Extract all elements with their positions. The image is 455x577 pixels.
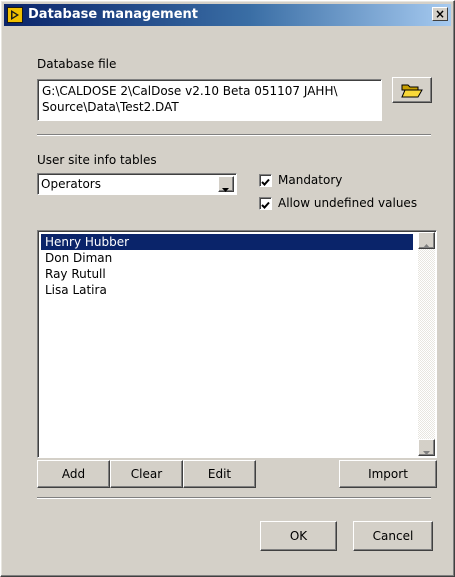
- arrow-down-icon: [423, 445, 431, 459]
- ok-button[interactable]: OK: [260, 521, 337, 551]
- folder-open-icon: [401, 82, 423, 101]
- allow-undefined-checkbox[interactable]: [259, 197, 272, 210]
- clear-button[interactable]: Clear: [110, 460, 183, 488]
- mandatory-label[interactable]: Mandatory: [278, 173, 342, 187]
- arrow-up-icon: [423, 238, 431, 252]
- database-path-line2: Source\Data\Test2.DAT: [42, 100, 179, 114]
- separator-bottom: [37, 497, 431, 499]
- database-path-field[interactable]: G:\CALDOSE 2\CalDose v2.10 Beta 051107 J…: [37, 79, 382, 121]
- site-info-label: User site info tables: [37, 153, 157, 167]
- checkmark-icon: [261, 176, 270, 190]
- edit-button[interactable]: Edit: [183, 460, 256, 488]
- close-button[interactable]: ×: [432, 7, 448, 21]
- browse-button[interactable]: [392, 77, 432, 103]
- scroll-up-button[interactable]: [418, 232, 435, 249]
- database-path-line1: G:\CALDOSE 2\CalDose v2.10 Beta 051107 J…: [42, 84, 338, 98]
- values-listbox[interactable]: Henry Hubber Don Diman Ray Rutull Lisa L…: [37, 230, 437, 458]
- list-item[interactable]: Lisa Latira: [41, 282, 413, 298]
- cancel-button[interactable]: Cancel: [353, 521, 433, 551]
- add-button[interactable]: Add: [37, 460, 110, 488]
- title-bar[interactable]: Database management ×: [4, 4, 451, 26]
- list-item[interactable]: Don Diman: [41, 250, 413, 266]
- import-button[interactable]: Import: [339, 460, 437, 488]
- table-select[interactable]: Operators: [37, 173, 237, 195]
- scroll-down-button[interactable]: [418, 439, 435, 456]
- list-item[interactable]: Henry Hubber: [41, 234, 413, 250]
- separator-top: [37, 134, 431, 136]
- database-management-dialog: Database management × Database file G:\C…: [0, 0, 455, 577]
- allow-undefined-label[interactable]: Allow undefined values: [278, 196, 417, 210]
- vertical-scrollbar[interactable]: [418, 232, 435, 456]
- database-file-label: Database file: [37, 57, 117, 71]
- window-title: Database management: [28, 7, 199, 22]
- mandatory-checkbox[interactable]: [259, 174, 272, 187]
- table-select-value: Operators: [41, 177, 101, 191]
- list-item[interactable]: Ray Rutull: [41, 266, 413, 282]
- chevron-down-icon: [222, 182, 230, 196]
- table-select-dropdown-button[interactable]: [218, 176, 234, 192]
- app-icon: [7, 7, 23, 23]
- checkmark-icon: [261, 199, 270, 213]
